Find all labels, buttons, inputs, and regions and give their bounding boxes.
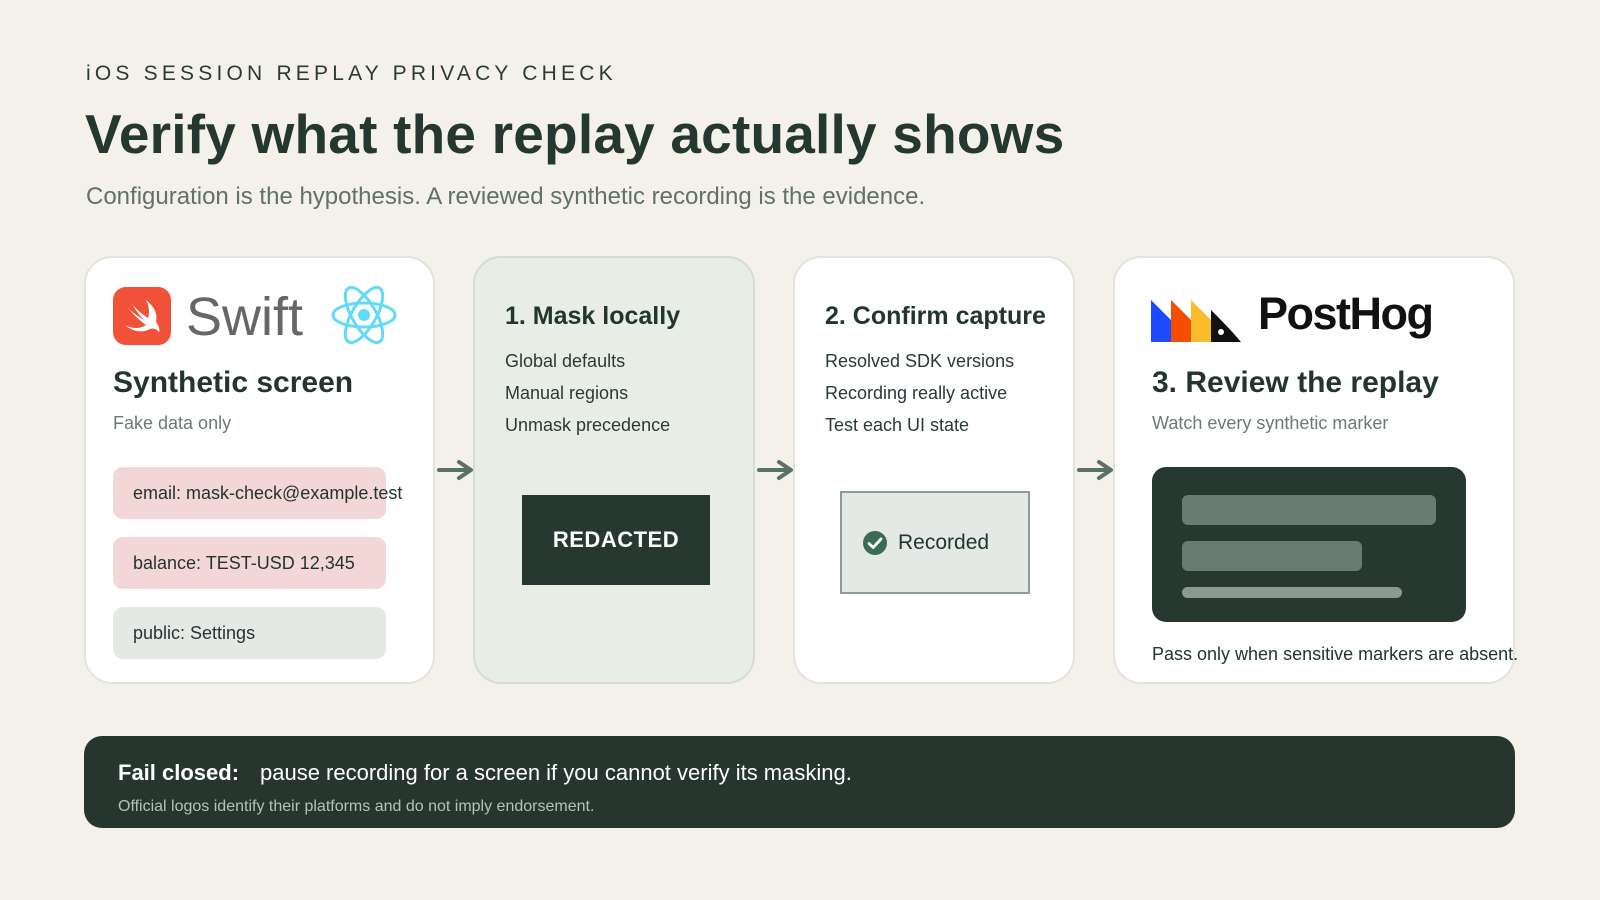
arrow-right-icon — [1077, 460, 1113, 480]
mask-locally-list: Global defaults Manual regions Unmask pr… — [505, 350, 670, 446]
list-item: Test each UI state — [825, 415, 970, 435]
fail-closed-banner: Fail closed: pause recording for a scree… — [84, 736, 1515, 828]
page-title: Verify what the replay actually shows — [85, 103, 1065, 165]
arrow-right-icon — [437, 460, 473, 480]
list-item: Recording really active — [825, 383, 1008, 403]
synthetic-screen-heading: Synthetic screen — [113, 366, 354, 399]
list-item: Resolved SDK versions — [825, 351, 1015, 371]
logo-disclaimer: Official logos identify their platforms … — [118, 798, 595, 815]
list-item: Manual regions — [505, 383, 629, 403]
banner-text: pause recording for a screen if you cann… — [260, 760, 852, 785]
replay-preview — [1152, 467, 1466, 622]
banner-lead: Fail closed: — [118, 760, 240, 785]
email-chip: email: mask-check@example.test — [113, 467, 402, 519]
posthog-logo-icon — [1151, 300, 1241, 342]
masked-bar — [1182, 587, 1402, 598]
review-replay-subtitle: Watch every synthetic marker — [1152, 413, 1389, 433]
confirm-capture-list: Resolved SDK versions Recording really a… — [825, 350, 1014, 446]
balance-chip: balance: TEST-USD 12,345 — [113, 537, 386, 589]
check-circle-icon — [863, 530, 887, 555]
recorded-label: Recorded — [898, 530, 990, 554]
list-item: Global defaults — [505, 351, 626, 371]
review-replay-card: PostHog 3. Review the replay Watch every… — [1113, 256, 1519, 684]
synthetic-screen-card: Swift Synthetic screen Fake data only em… — [84, 256, 435, 684]
swift-logo-icon — [113, 287, 171, 345]
arrow-right-icon — [757, 460, 793, 480]
mask-locally-heading: 1. Mask locally — [505, 302, 681, 330]
swift-logo-text: Swift — [186, 287, 304, 347]
public-chip: public: Settings — [113, 607, 386, 659]
eyebrow-label: iOS SESSION REPLAY PRIVACY CHECK — [86, 62, 617, 85]
synthetic-screen-subtitle: Fake data only — [113, 413, 232, 433]
review-replay-heading: 3. Review the replay — [1152, 366, 1439, 399]
recorded-badge: Recorded — [840, 491, 1030, 594]
list-item: Unmask precedence — [505, 415, 671, 435]
posthog-logo-text: PostHog — [1258, 288, 1434, 339]
pass-criteria-note: Pass only when sensitive markers are abs… — [1152, 644, 1519, 664]
page-subtitle: Configuration is the hypothesis. A revie… — [86, 183, 926, 210]
confirm-capture-card: 2. Confirm capture Resolved SDK versions… — [793, 256, 1075, 684]
react-logo-icon — [331, 285, 397, 345]
masked-bar — [1182, 541, 1362, 571]
mask-locally-card: 1. Mask locally Global defaults Manual r… — [473, 256, 755, 684]
redacted-block: REDACTED — [522, 495, 710, 585]
masked-bar — [1182, 495, 1436, 525]
confirm-capture-heading: 2. Confirm capture — [825, 302, 1046, 330]
